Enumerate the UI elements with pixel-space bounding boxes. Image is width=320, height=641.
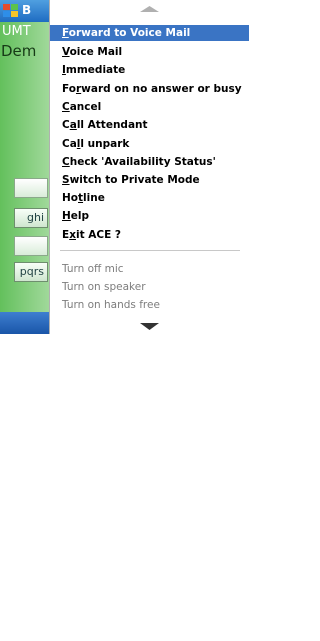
menu-item-call-attendant[interactable]: Call Attendant — [62, 118, 148, 132]
menu-item-label: Voice Mail — [62, 46, 123, 58]
scroll-up-icon[interactable] — [50, 2, 249, 14]
menu-item-label: Call Attendant — [62, 119, 148, 131]
network-label: UMT — [2, 24, 31, 39]
popup-menu: Forward to Voice Mail Voice Mail Immediate… — [49, 0, 249, 334]
menu-item-hotline[interactable]: Hotline — [62, 191, 105, 205]
app-label: Dem — [1, 42, 37, 60]
windows-start-icon[interactable] — [2, 2, 20, 20]
menu-item-turn-on-speaker: Turn on speaker — [62, 281, 146, 293]
menu-item-turn-off-mic: Turn off mic — [62, 263, 124, 275]
menu-item-exit-ace[interactable]: Exit ACE ? — [62, 228, 121, 242]
menu-item-forward-to-voice-mail[interactable]: Forward to Voice Mail — [50, 25, 249, 41]
keypad-key[interactable] — [14, 236, 48, 256]
menu-item-label: Switch to Private Mode — [62, 174, 200, 186]
menu-item-call-unpark[interactable]: Call unpark — [62, 137, 129, 151]
menu-item-check-availability-status[interactable]: Check 'Availability Status' — [62, 155, 216, 169]
menu-item-label: Call unpark — [62, 138, 130, 150]
left-softkey[interactable]: Masq — [3, 627, 39, 641]
menu-item-label: Help — [62, 210, 90, 222]
menu-item-label: Check 'Availability Status' — [62, 156, 216, 168]
menu-item-voice-mail[interactable]: Voice Mail — [62, 45, 122, 59]
menu-item-forward-on-no-answer-or-busy[interactable]: Forward on no answer or busy — [62, 82, 242, 96]
title-fragment: B — [22, 3, 32, 17]
menu-item-immediate[interactable]: Immediate — [62, 63, 125, 77]
menu-item-cancel[interactable]: Cancel — [62, 100, 101, 114]
menu-item-label: Exit ACE ? — [62, 229, 121, 241]
menu-item-label: Hotline — [62, 192, 105, 204]
menu-item-turn-on-hands-free: Turn on hands free — [62, 299, 160, 311]
keypad-key[interactable] — [14, 178, 48, 198]
menu-item-switch-to-private-mode[interactable]: Switch to Private Mode — [62, 173, 200, 187]
keypad-key-ghi[interactable]: ghi — [14, 208, 48, 228]
menu-item-label: Forward to Voice Mail — [62, 27, 191, 39]
menu-item-label: Cancel — [62, 101, 102, 113]
menu-item-help[interactable]: Help — [62, 209, 89, 223]
menu-item-label: Immediate — [62, 64, 126, 76]
menu-separator — [60, 250, 240, 251]
scroll-down-icon[interactable] — [50, 320, 249, 332]
menu-item-label: Forward on no answer or busy — [62, 83, 242, 95]
keypad-key-pqrs[interactable]: pqrs — [14, 262, 48, 282]
